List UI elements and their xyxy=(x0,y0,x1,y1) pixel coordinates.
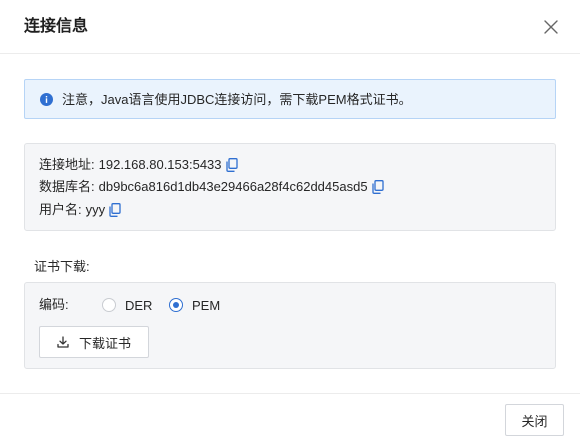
download-certificate-button[interactable]: 下载证书 xyxy=(39,326,149,358)
user-label: 用户名: xyxy=(39,202,82,217)
close-icon[interactable] xyxy=(543,19,559,35)
connection-details-panel: 连接地址: 192.168.80.153:5433 数据库名: db9bc6a8… xyxy=(24,143,556,231)
download-certificate-label: 下载证书 xyxy=(78,335,131,351)
copy-user-icon[interactable] xyxy=(109,203,121,217)
radio-der-label: DER xyxy=(125,297,153,313)
address-row: 连接地址: 192.168.80.153:5433 xyxy=(39,156,238,174)
database-row: 数据库名: db9bc6a816d1db43e29466a28f4c62dd45… xyxy=(39,178,384,196)
radio-der[interactable]: DER xyxy=(102,296,152,314)
encoding-label: 编码: xyxy=(39,297,69,312)
radio-pem-circle[interactable] xyxy=(169,298,183,312)
radio-pem[interactable]: PEM xyxy=(169,296,220,314)
user-value: yyy xyxy=(85,202,106,217)
connection-info-dialog: 连接信息 注意，Java语言使用JDBC连接访问，需下载PEM格式证书。 连接地… xyxy=(0,0,580,444)
dialog-title: 连接信息 xyxy=(24,18,89,35)
address-label: 连接地址: xyxy=(39,157,95,172)
dialog-footer xyxy=(0,393,580,444)
info-icon xyxy=(40,93,53,106)
notice-text: 注意，Java语言使用JDBC连接访问，需下载PEM格式证书。 xyxy=(62,92,412,107)
database-value: db9bc6a816d1db43e29466a28f4c62dd45asd5 xyxy=(98,179,368,194)
address-value: 192.168.80.153:5433 xyxy=(98,157,222,172)
certificate-section-label: 证书下载: xyxy=(34,259,90,274)
radio-der-circle[interactable] xyxy=(102,298,116,312)
close-button[interactable]: 关闭 xyxy=(505,404,564,436)
database-label: 数据库名: xyxy=(39,179,95,194)
dialog-header: 连接信息 xyxy=(0,0,580,54)
download-icon xyxy=(57,336,69,348)
notice-banner: 注意，Java语言使用JDBC连接访问，需下载PEM格式证书。 xyxy=(24,79,556,119)
certificate-panel: 编码: DER PEM 下载证书 xyxy=(24,282,556,369)
radio-pem-label: PEM xyxy=(192,297,221,313)
copy-database-icon[interactable] xyxy=(371,180,384,194)
user-row: 用户名: yyy xyxy=(39,201,121,219)
copy-address-icon[interactable] xyxy=(225,158,238,172)
